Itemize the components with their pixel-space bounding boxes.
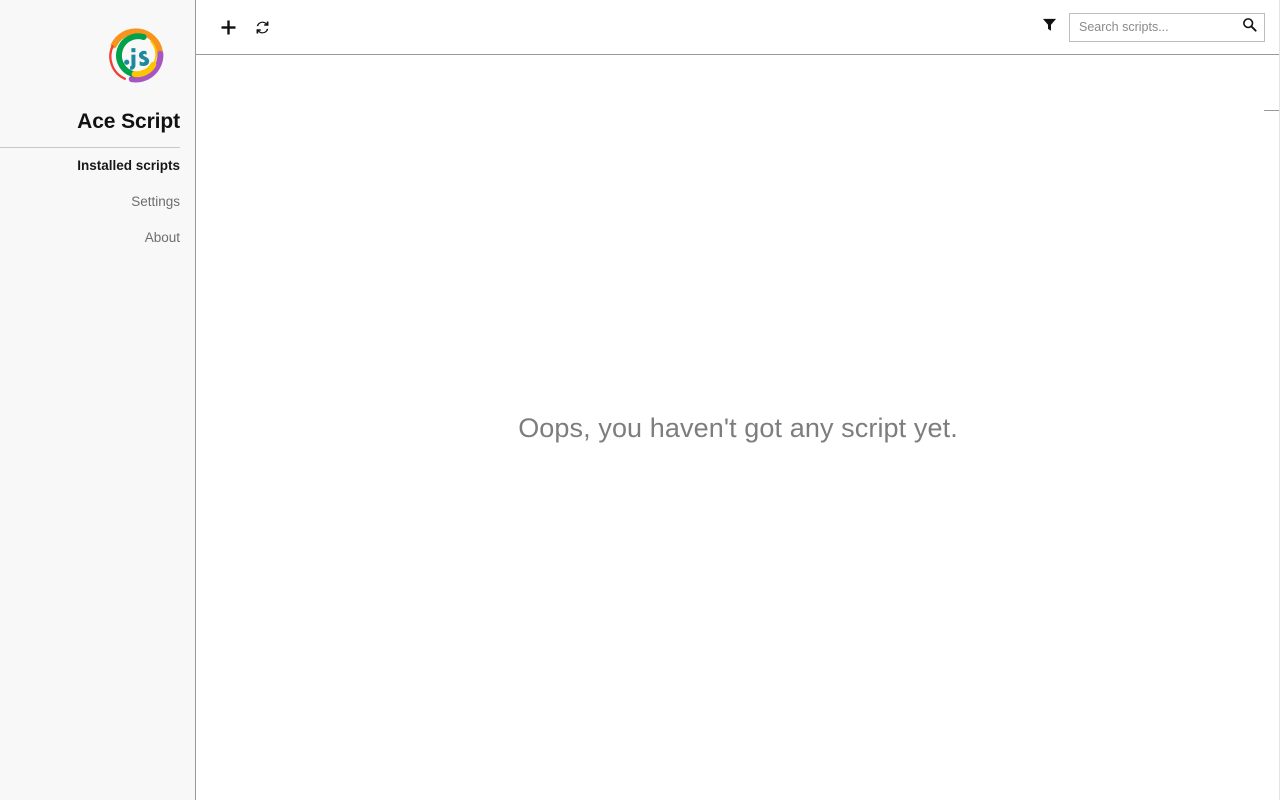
- plus-icon: [220, 19, 237, 36]
- search-input[interactable]: [1079, 13, 1240, 41]
- search-icon: [1242, 17, 1257, 37]
- filter-icon: [1042, 17, 1057, 37]
- acescript-js-logo-icon: [99, 19, 171, 91]
- sidebar-nav: Installed scripts Settings About: [0, 148, 180, 256]
- main-panel: Oops, you haven't got any script yet.: [196, 0, 1280, 800]
- filter-button[interactable]: [1038, 15, 1060, 39]
- sidebar-item-about[interactable]: About: [0, 220, 180, 256]
- page-title: Ace Script: [77, 110, 180, 133]
- toolbar-left-group: [214, 13, 276, 41]
- search-submit-button[interactable]: [1240, 17, 1258, 37]
- sidebar: Ace Script Installed scripts Settings Ab…: [0, 0, 196, 800]
- scrollbar-top-cap: [1264, 110, 1280, 111]
- empty-state-message: Oops, you haven't got any script yet.: [518, 413, 958, 443]
- refresh-icon: [254, 19, 271, 36]
- app-root: Ace Script Installed scripts Settings Ab…: [0, 0, 1280, 800]
- toolbar: [196, 0, 1280, 55]
- sidebar-item-installed-scripts[interactable]: Installed scripts: [0, 148, 180, 184]
- toolbar-right-group: [1038, 12, 1270, 42]
- search-box[interactable]: [1069, 12, 1265, 42]
- refresh-scripts-button[interactable]: [248, 13, 276, 41]
- add-script-button[interactable]: [214, 13, 242, 41]
- scripts-content-area: Oops, you haven't got any script yet.: [196, 55, 1280, 800]
- sidebar-item-settings[interactable]: Settings: [0, 184, 180, 220]
